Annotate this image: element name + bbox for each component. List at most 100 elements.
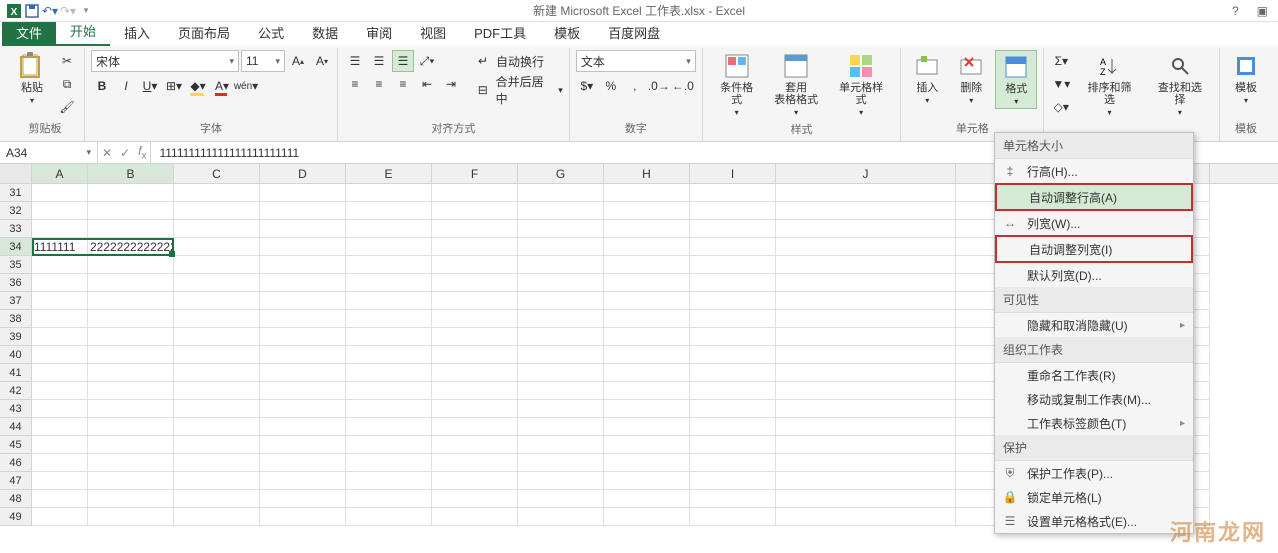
cell[interactable] — [174, 256, 260, 274]
cell[interactable] — [32, 436, 88, 454]
cell[interactable] — [260, 292, 346, 310]
cell[interactable] — [346, 436, 432, 454]
cell[interactable] — [776, 238, 956, 256]
cell[interactable] — [346, 256, 432, 274]
row-header[interactable]: 36 — [0, 274, 32, 292]
cell[interactable] — [346, 418, 432, 436]
merge-center-button[interactable]: ⊟合并后居中▾ — [472, 73, 563, 107]
row-header[interactable]: 47 — [0, 472, 32, 490]
cell[interactable] — [432, 274, 518, 292]
cell[interactable] — [346, 346, 432, 364]
cell[interactable] — [174, 292, 260, 310]
row-header[interactable]: 45 — [0, 436, 32, 454]
cell[interactable] — [346, 274, 432, 292]
row-header[interactable]: 33 — [0, 220, 32, 238]
cell[interactable] — [174, 238, 260, 256]
cell[interactable] — [518, 346, 604, 364]
cell[interactable] — [518, 184, 604, 202]
col-header-G[interactable]: G — [518, 164, 604, 183]
col-header-B[interactable]: B — [88, 164, 174, 183]
cell[interactable] — [260, 184, 346, 202]
cell[interactable] — [260, 202, 346, 220]
cell[interactable] — [32, 220, 88, 238]
row-header[interactable]: 49 — [0, 508, 32, 526]
row-header[interactable]: 37 — [0, 292, 32, 310]
table-format-button[interactable]: 套用 表格格式▾ — [768, 50, 824, 119]
cell[interactable] — [432, 418, 518, 436]
cell[interactable] — [174, 274, 260, 292]
tab-pdf[interactable]: PDF工具 — [460, 19, 540, 46]
row-header[interactable]: 39 — [0, 328, 32, 346]
cell[interactable] — [88, 400, 174, 418]
col-header-F[interactable]: F — [432, 164, 518, 183]
cell[interactable] — [346, 454, 432, 472]
cell[interactable] — [604, 292, 690, 310]
cell[interactable] — [518, 364, 604, 382]
cell[interactable] — [690, 508, 776, 526]
cell[interactable] — [432, 472, 518, 490]
cell[interactable] — [260, 454, 346, 472]
tab-insert[interactable]: 插入 — [110, 19, 164, 46]
cell[interactable] — [260, 490, 346, 508]
cell[interactable] — [32, 274, 88, 292]
cell[interactable] — [690, 292, 776, 310]
indent-inc-button[interactable]: ⇥ — [440, 73, 462, 95]
phonetic-button[interactable]: wén▾ — [235, 75, 257, 97]
cell[interactable] — [32, 202, 88, 220]
cell[interactable] — [690, 364, 776, 382]
cell[interactable] — [346, 292, 432, 310]
cell[interactable] — [432, 346, 518, 364]
cell[interactable] — [32, 256, 88, 274]
fill-color-button[interactable]: ◆▾ — [187, 75, 209, 97]
cell[interactable] — [776, 364, 956, 382]
cell[interactable] — [432, 364, 518, 382]
cell[interactable] — [518, 490, 604, 508]
cell[interactable] — [604, 184, 690, 202]
menu-rename-sheet[interactable]: 重命名工作表(R) — [995, 363, 1193, 387]
cut-button[interactable]: ✂ — [56, 50, 78, 72]
row-header[interactable]: 31 — [0, 184, 32, 202]
cell[interactable] — [604, 454, 690, 472]
find-select-button[interactable]: 查找和选择▾ — [1147, 50, 1213, 119]
cell[interactable] — [174, 184, 260, 202]
cell[interactable] — [260, 220, 346, 238]
font-name-combo[interactable]: 宋体▾ — [91, 50, 239, 72]
cell[interactable] — [88, 490, 174, 508]
cell[interactable] — [604, 490, 690, 508]
cell[interactable] — [260, 436, 346, 454]
cell[interactable] — [432, 382, 518, 400]
font-size-combo[interactable]: 11▾ — [241, 50, 285, 72]
tab-template[interactable]: 模板 — [540, 19, 594, 46]
fill-button[interactable]: ▼▾ — [1050, 73, 1072, 95]
enter-icon[interactable]: ✓ — [120, 146, 130, 160]
align-center-button[interactable]: ≡ — [368, 73, 390, 95]
cancel-icon[interactable]: ✕ — [102, 146, 112, 160]
cell[interactable] — [604, 436, 690, 454]
cell[interactable] — [604, 364, 690, 382]
cell[interactable] — [776, 436, 956, 454]
cell[interactable] — [690, 436, 776, 454]
col-header-H[interactable]: H — [604, 164, 690, 183]
cell[interactable] — [88, 382, 174, 400]
cell[interactable] — [776, 400, 956, 418]
format-painter-button[interactable]: 🖌 — [56, 96, 78, 118]
cell[interactable] — [690, 454, 776, 472]
cell[interactable] — [260, 328, 346, 346]
cell[interactable] — [346, 220, 432, 238]
cell[interactable] — [518, 202, 604, 220]
col-header-C[interactable]: C — [174, 164, 260, 183]
cell[interactable] — [604, 238, 690, 256]
row-header[interactable]: 40 — [0, 346, 32, 364]
cell[interactable] — [32, 418, 88, 436]
save-icon[interactable] — [24, 3, 40, 19]
cell[interactable] — [174, 382, 260, 400]
cell[interactable] — [690, 490, 776, 508]
cell[interactable] — [690, 472, 776, 490]
cell[interactable] — [690, 220, 776, 238]
cell[interactable] — [776, 310, 956, 328]
cell[interactable] — [88, 202, 174, 220]
cell[interactable] — [260, 256, 346, 274]
row-header[interactable]: 42 — [0, 382, 32, 400]
cell[interactable] — [604, 256, 690, 274]
paste-button[interactable]: 粘贴 ▾ — [12, 50, 52, 107]
